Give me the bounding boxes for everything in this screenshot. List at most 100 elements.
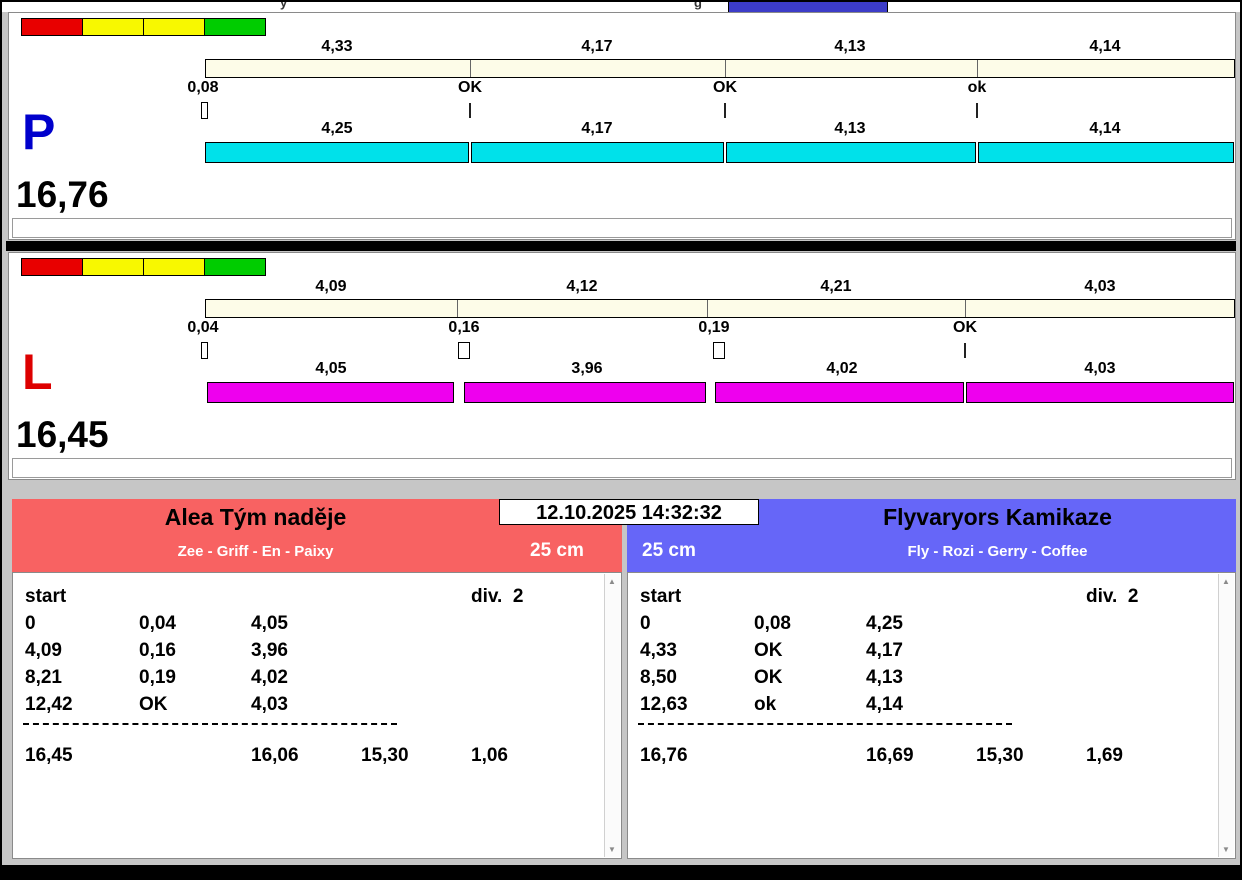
team-left-results-panel: start div. 2 0 0,04 4,05 4,09 0,16 3,96 … xyxy=(12,572,622,859)
start-label: start xyxy=(640,586,682,607)
cumulative-time: 12,42 xyxy=(25,694,73,715)
cumulative-time: 12,63 xyxy=(640,694,688,715)
split-time-4: 4,03 xyxy=(1084,278,1116,295)
team-category: 25 cm xyxy=(642,540,696,561)
net-time: 16,06 xyxy=(251,745,299,766)
team-members: Fly - Rozi - Gerry - Coffee xyxy=(907,543,1088,560)
leg-bar-segment xyxy=(464,382,706,403)
start-label: start xyxy=(25,586,67,607)
start-lights xyxy=(21,258,266,276)
scroll-down-icon[interactable]: ▼ xyxy=(1219,845,1233,854)
net-time: 16,69 xyxy=(866,745,914,766)
leg-time: 4,03 xyxy=(251,694,288,715)
datetime-display: 12.10.2025 14:32:32 xyxy=(499,499,759,525)
division-label: div. 2 xyxy=(1086,586,1139,607)
record-time: 15,30 xyxy=(361,745,409,766)
team-right-results-panel: start div. 2 0 0,08 4,25 4,33 OK 4,17 8,… xyxy=(627,572,1236,859)
change-marker-1: 0,08 xyxy=(187,79,219,96)
leg-bar-segment xyxy=(205,142,469,163)
leg-time-4: 4,14 xyxy=(1089,120,1121,137)
window-top-strip: ý g xyxy=(2,2,1240,12)
toolbar-button-sliver[interactable] xyxy=(728,2,888,12)
change-time: OK xyxy=(754,667,783,688)
lane-status-strip xyxy=(12,218,1232,238)
team-members: Zee - Griff - En - Paixy xyxy=(177,543,334,560)
light-red xyxy=(21,258,83,276)
cumulative-time: 8,21 xyxy=(25,667,62,688)
change-tick-box xyxy=(201,342,208,359)
bar-separator xyxy=(725,60,726,77)
table-header-row: start div. 2 xyxy=(628,586,1235,610)
leg-bar-segment xyxy=(726,142,976,163)
change-time: OK xyxy=(754,640,783,661)
bar-separator xyxy=(707,300,708,317)
scrollbar[interactable]: ▲ ▼ xyxy=(1218,574,1234,857)
bar-separator xyxy=(470,60,471,77)
flyball-timing-screen: ý g 4,33 4,17 4,13 4,14 0,08 OK OK ok 4,… xyxy=(0,0,1242,880)
team-name: Flyvaryors Kamikaze xyxy=(883,504,1112,530)
leg-time: 4,25 xyxy=(866,613,903,634)
change-marker-3: 0,19 xyxy=(698,319,730,336)
change-tick-line xyxy=(976,103,978,118)
lane-letter: L xyxy=(22,344,53,400)
table-row: 0 0,08 4,25 xyxy=(628,613,1235,637)
leg-bar-segment xyxy=(978,142,1234,163)
lane-panel-left: 4,09 4,12 4,21 4,03 0,04 0,16 0,19 OK 4,… xyxy=(8,252,1236,480)
change-tick-box xyxy=(201,102,208,119)
menu-text-fragment: ý xyxy=(280,2,288,10)
table-row: 8,21 0,19 4,02 xyxy=(13,667,621,691)
table-row: 8,50 OK 4,13 xyxy=(628,667,1235,691)
bar-separator xyxy=(965,300,966,317)
change-tick-line xyxy=(724,103,726,118)
table-header-row: start div. 2 xyxy=(13,586,621,610)
change-tick-box xyxy=(713,342,725,359)
change-marker-4: OK xyxy=(953,319,977,336)
split-time-2: 4,17 xyxy=(581,38,613,55)
split-track-bar xyxy=(205,299,1235,318)
scroll-up-icon[interactable]: ▲ xyxy=(1219,577,1233,586)
totals-separator xyxy=(638,723,1012,725)
totals-row: 16,76 16,69 15,30 1,69 xyxy=(628,745,1235,769)
light-green xyxy=(204,258,266,276)
leg-time: 4,13 xyxy=(866,667,903,688)
total-time: 16,76 xyxy=(640,745,688,766)
lane-letter: P xyxy=(22,104,56,160)
light-red xyxy=(21,18,83,36)
lane-total-time: 16,45 xyxy=(16,414,109,455)
leg-time-3: 4,13 xyxy=(834,120,866,137)
split-time-4: 4,14 xyxy=(1089,38,1121,55)
table-row: 12,63 ok 4,14 xyxy=(628,694,1235,718)
change-marker-3: OK xyxy=(713,79,737,96)
diff-time: 1,06 xyxy=(471,745,508,766)
leg-time-1: 4,05 xyxy=(315,360,347,377)
lane-panel-right: 4,33 4,17 4,13 4,14 0,08 OK OK ok 4,25 4… xyxy=(8,12,1236,240)
bottom-black-band xyxy=(2,865,1240,878)
cumulative-time: 0 xyxy=(25,613,36,634)
cumulative-time: 4,33 xyxy=(640,640,677,661)
scroll-up-icon[interactable]: ▲ xyxy=(605,577,619,586)
lane-status-strip xyxy=(12,458,1232,478)
leg-time-1: 4,25 xyxy=(321,120,353,137)
change-tick-line xyxy=(469,103,471,118)
cumulative-time: 8,50 xyxy=(640,667,677,688)
scroll-down-icon[interactable]: ▼ xyxy=(605,845,619,854)
leg-time: 4,17 xyxy=(866,640,903,661)
table-row: 4,33 OK 4,17 xyxy=(628,640,1235,664)
totals-separator xyxy=(23,723,397,725)
change-time: OK xyxy=(139,694,168,715)
division-label: div. 2 xyxy=(471,586,524,607)
bar-separator xyxy=(457,300,458,317)
change-marker-1: 0,04 xyxy=(187,319,219,336)
bar-separator xyxy=(977,60,978,77)
totals-row: 16,45 16,06 15,30 1,06 xyxy=(13,745,621,769)
split-time-1: 4,33 xyxy=(321,38,353,55)
light-yellow-1 xyxy=(82,18,144,36)
change-time: 0,16 xyxy=(139,640,176,661)
split-track-bar xyxy=(205,59,1235,78)
scrollbar[interactable]: ▲ ▼ xyxy=(604,574,620,857)
leg-time-4: 4,03 xyxy=(1084,360,1116,377)
leg-time: 4,05 xyxy=(251,613,288,634)
leg-time-2: 3,96 xyxy=(571,360,603,377)
cumulative-time: 4,09 xyxy=(25,640,62,661)
leg-bar-segment xyxy=(471,142,724,163)
